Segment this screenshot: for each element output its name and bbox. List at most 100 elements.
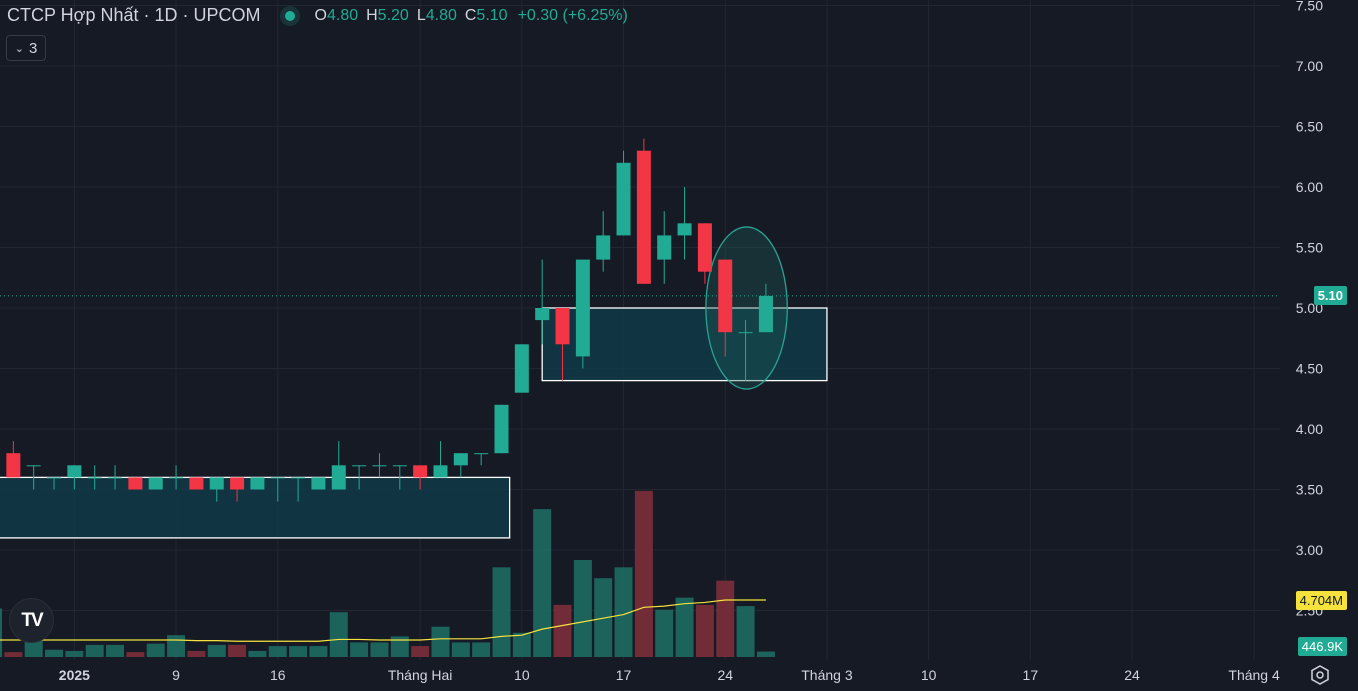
volume-bar xyxy=(207,644,226,657)
price-axis-label: 3.50 xyxy=(1296,482,1323,498)
candle-body[interactable] xyxy=(209,477,224,490)
volume-ma-tag: 4.704M xyxy=(1295,591,1347,610)
candle-body[interactable] xyxy=(311,477,326,490)
volume-bar xyxy=(451,642,470,657)
volume-bar xyxy=(85,644,104,657)
candle-body[interactable] xyxy=(392,465,407,467)
candle-body[interactable] xyxy=(352,465,367,467)
candle-body[interactable] xyxy=(372,465,387,467)
volume-bar xyxy=(695,604,714,657)
candle-body[interactable] xyxy=(657,235,672,260)
candle-body[interactable] xyxy=(230,477,245,490)
time-axis-label[interactable]: Tháng 3 xyxy=(801,667,853,683)
indicators-count: 3 xyxy=(28,39,38,57)
volume-bar xyxy=(126,652,145,657)
symbol-title[interactable]: CTCP Hợp Nhất · 1D · UPCOM xyxy=(7,5,261,26)
time-axis-label[interactable]: 24 xyxy=(1124,667,1140,683)
candle-body[interactable] xyxy=(575,259,590,357)
candle-body[interactable] xyxy=(331,465,346,490)
volume-bar xyxy=(573,560,592,657)
volume-bar xyxy=(716,580,735,657)
volume-bar xyxy=(65,650,84,657)
time-axis-label[interactable]: 17 xyxy=(616,667,632,683)
candle-body[interactable] xyxy=(169,477,184,479)
volume-bar xyxy=(228,644,247,657)
time-axis-label[interactable]: 9 xyxy=(172,667,180,683)
price-axis-label: 6.00 xyxy=(1296,179,1323,195)
price-axis-label: 4.50 xyxy=(1296,361,1323,377)
candle-body[interactable] xyxy=(616,162,631,236)
volume-bar xyxy=(411,646,430,657)
candle-body[interactable] xyxy=(596,235,611,260)
indicators-toggle-button[interactable]: ⌄ 3 xyxy=(6,35,46,61)
volume-bar xyxy=(370,642,389,657)
candle-body[interactable] xyxy=(270,477,285,479)
volume-bar xyxy=(655,609,674,657)
time-axis-label[interactable]: 16 xyxy=(270,667,286,683)
price-axis-label: 3.00 xyxy=(1296,542,1323,558)
candle-body[interactable] xyxy=(433,465,448,478)
candle-body[interactable] xyxy=(555,308,570,345)
volume-bar xyxy=(187,650,206,657)
time-axis-label[interactable]: 10 xyxy=(514,667,530,683)
low-value: 4.80 xyxy=(425,6,457,24)
candle-body[interactable] xyxy=(453,453,468,466)
volume-bar xyxy=(431,626,450,657)
volume-bar xyxy=(553,604,572,657)
volume-bar xyxy=(756,651,775,657)
candle-body[interactable] xyxy=(148,477,163,490)
volume-bar xyxy=(329,612,348,657)
open-value: 4.80 xyxy=(326,6,359,24)
volume-bar xyxy=(492,567,511,657)
candle-body[interactable] xyxy=(67,465,82,478)
time-axis-label[interactable]: 10 xyxy=(921,667,937,683)
price-axis-label: 6.50 xyxy=(1296,119,1323,135)
volume-bar xyxy=(736,606,755,657)
time-axis-label[interactable]: 17 xyxy=(1023,667,1039,683)
volume-bar xyxy=(45,649,64,657)
price-axis-label: 5.50 xyxy=(1296,240,1323,256)
time-axis-label[interactable]: 24 xyxy=(717,667,733,683)
candle-body[interactable] xyxy=(758,295,773,333)
candle-body[interactable] xyxy=(108,477,123,479)
close-label: C xyxy=(464,6,477,24)
candle-body[interactable] xyxy=(128,477,143,490)
high-label: H xyxy=(366,6,378,24)
last-price-tag: 5.10 xyxy=(1313,286,1347,305)
candle-body[interactable] xyxy=(636,150,651,284)
candle-body[interactable] xyxy=(47,477,62,479)
candle-body[interactable] xyxy=(677,223,692,236)
volume-bar xyxy=(309,646,328,657)
candle-body[interactable] xyxy=(718,259,733,333)
candle-body[interactable] xyxy=(738,332,753,334)
candle-body[interactable] xyxy=(291,477,306,479)
candle-body[interactable] xyxy=(6,453,21,478)
candle-body[interactable] xyxy=(250,477,265,490)
candle-body[interactable] xyxy=(535,308,550,321)
time-axis-label[interactable]: Tháng 4 xyxy=(1228,667,1280,683)
price-axis-label: 7.50 xyxy=(1296,0,1323,14)
candle-body[interactable] xyxy=(26,465,41,467)
low-label: L xyxy=(416,6,426,24)
candle-body[interactable] xyxy=(87,477,102,479)
volume-bar xyxy=(350,642,369,657)
price-axis-label: 4.00 xyxy=(1296,421,1323,437)
high-value: 5.20 xyxy=(377,6,409,24)
candle-body[interactable] xyxy=(413,465,428,478)
volume-tag: 446.9K xyxy=(1297,637,1347,656)
candle-body[interactable] xyxy=(494,404,509,454)
price-axis-label: 7.00 xyxy=(1296,58,1323,74)
highlight-ellipse[interactable] xyxy=(705,226,788,390)
candle-body[interactable] xyxy=(189,477,204,490)
candle-body[interactable] xyxy=(474,453,489,455)
close-value: 5.10 xyxy=(476,6,508,24)
time-axis-label[interactable]: 2025 xyxy=(59,667,90,683)
candle-body[interactable] xyxy=(697,223,712,272)
candle-body[interactable] xyxy=(514,344,529,393)
volume-bar xyxy=(0,608,2,657)
price-chart[interactable]: 7.507.006.506.005.505.004.504.003.503.00… xyxy=(0,0,1358,691)
time-axis-label[interactable]: Tháng Hai xyxy=(388,667,453,683)
volume-bar xyxy=(268,646,287,657)
tradingview-logo[interactable]: TV xyxy=(9,598,54,643)
settings-gear-icon[interactable] xyxy=(1309,664,1331,686)
